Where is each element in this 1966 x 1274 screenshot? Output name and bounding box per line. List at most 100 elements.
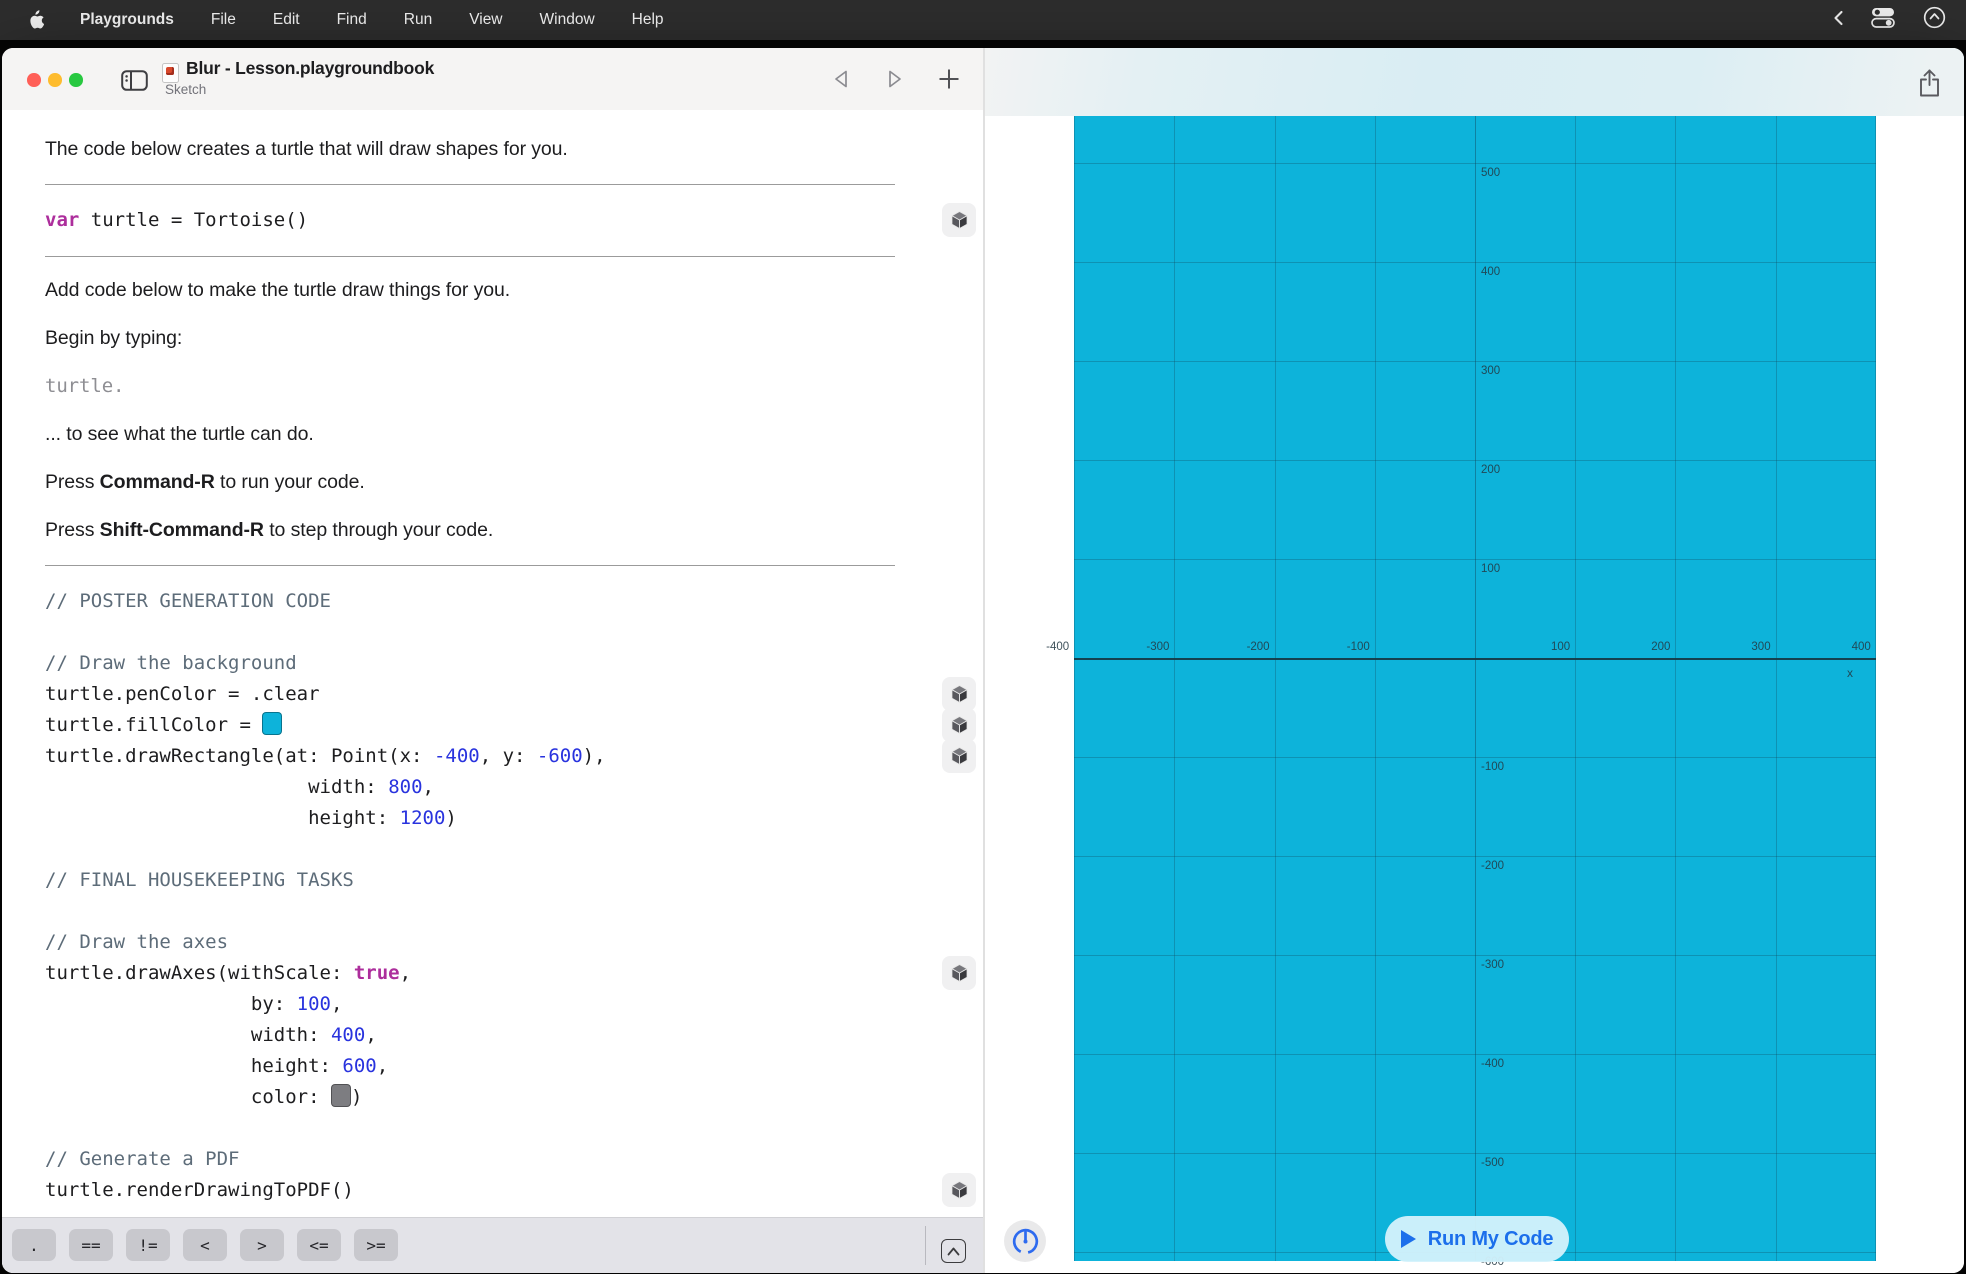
code-line[interactable]: // FINAL HOUSEKEEPING TASKS: [2, 865, 983, 896]
gridline: [1074, 955, 1876, 956]
run-my-code-button[interactable]: Run My Code: [1385, 1216, 1569, 1262]
code-line[interactable]: turtle.penColor = .clear: [2, 679, 983, 710]
gridline: [1074, 262, 1876, 263]
step-cube-button[interactable]: [942, 1173, 976, 1207]
shortcuts-chevron-button[interactable]: [941, 1239, 966, 1263]
menu-item-view[interactable]: View: [469, 11, 502, 29]
gridline: [1174, 116, 1175, 1261]
separator: [45, 184, 895, 185]
step-cube-button[interactable]: [942, 677, 976, 711]
y-axis-tick-label: 300: [1481, 365, 1500, 377]
editor-pane: The code below creates a turtle that wil…: [2, 110, 983, 1273]
accessory-key-less[interactable]: <: [183, 1229, 227, 1261]
x-axis-tick-label: -400: [1025, 641, 1069, 653]
accessory-key-dot[interactable]: .: [12, 1229, 56, 1261]
zoom-window-button[interactable]: [69, 73, 83, 87]
sidebar-toggle-icon[interactable]: [119, 67, 149, 93]
run-speed-gauge-button[interactable]: [1004, 1220, 1046, 1262]
code-line[interactable]: width: 400,: [2, 1020, 983, 1051]
step-cube-button[interactable]: [942, 203, 976, 237]
accessory-key-equals[interactable]: ==: [69, 1229, 113, 1261]
run-my-code-label: Run My Code: [1428, 1228, 1554, 1251]
step-cube-button[interactable]: [942, 739, 976, 773]
menu-item-find[interactable]: Find: [337, 11, 367, 29]
y-axis-tick-label: -100: [1481, 761, 1504, 773]
chevron-left-icon[interactable]: [1833, 10, 1844, 31]
accessory-key-greater[interactable]: >: [240, 1229, 284, 1261]
code-line[interactable]: width: 800,: [2, 772, 983, 803]
menu-item-run[interactable]: Run: [404, 11, 432, 29]
clock-icon[interactable]: [1923, 6, 1946, 34]
step-cube-button[interactable]: [942, 708, 976, 742]
code-line[interactable]: // POSTER GENERATION CODE: [2, 586, 983, 617]
back-button[interactable]: [828, 66, 854, 92]
control-center-icon[interactable]: [1871, 7, 1896, 33]
menubar-menus: Playgrounds File Edit Find Run View Window Hel…: [80, 11, 664, 29]
gridline: [1074, 361, 1876, 362]
menu-item-window[interactable]: Window: [540, 11, 595, 29]
y-axis-tick-label: 100: [1481, 563, 1500, 575]
page-navigation: [828, 48, 962, 110]
y-axis-tick-label: 200: [1481, 464, 1500, 476]
turtle-canvas[interactable]: -400-300-200-100100200300400500400300200…: [1074, 116, 1876, 1261]
blank-line: [2, 834, 983, 865]
close-window-button[interactable]: [27, 73, 41, 87]
lesson-content: The code below creates a turtle that wil…: [2, 110, 983, 1218]
window-title: Blur - Lesson.playgroundbook: [186, 58, 434, 79]
step-cube-button[interactable]: [942, 956, 976, 990]
menu-item-file[interactable]: File: [211, 11, 236, 29]
code-line[interactable]: turtle.drawAxes(withScale: true,: [2, 958, 983, 989]
code-line[interactable]: // Generate a PDF: [2, 1144, 983, 1175]
keyboard-accessory-bar: . == != < > <= >=: [2, 1217, 983, 1273]
code-line[interactable]: // Draw the background: [2, 648, 983, 679]
code-line[interactable]: height: 600,: [2, 1051, 983, 1082]
y-axis-tick-label: 500: [1481, 167, 1500, 179]
gridline: [1675, 116, 1676, 1261]
code-line[interactable]: // Draw the axes: [2, 927, 983, 958]
code-line[interactable]: turtle.renderDrawingToPDF(): [2, 1175, 983, 1206]
pane-divider[interactable]: [983, 48, 985, 1273]
lesson-paragraph: Begin by typing:: [45, 325, 875, 352]
y-axis-tick-label: 400: [1481, 266, 1500, 278]
share-icon[interactable]: [1914, 67, 1944, 99]
code-line[interactable]: height: 1200): [2, 803, 983, 834]
forward-button[interactable]: [882, 66, 908, 92]
canvas-background: [1074, 116, 1876, 1261]
accessory-key-less-equal[interactable]: <=: [297, 1229, 341, 1261]
apple-menu-icon[interactable]: [27, 10, 44, 30]
x-axis-tick-label: 400: [1827, 641, 1871, 653]
title-bar[interactable]: Blur - Lesson.playgroundbook Sketch: [2, 48, 983, 111]
accessory-key-not-equals[interactable]: !=: [126, 1229, 170, 1261]
color-literal-swatch[interactable]: [331, 1084, 351, 1107]
x-axis-tick-label: 300: [1727, 641, 1771, 653]
code-line[interactable]: by: 100,: [2, 989, 983, 1020]
menu-item-app[interactable]: Playgrounds: [80, 11, 174, 29]
x-axis-tick-label: -200: [1226, 641, 1270, 653]
gridline: [1074, 1153, 1876, 1154]
add-page-button[interactable]: [936, 66, 962, 92]
x-axis-tick-label: -100: [1326, 641, 1370, 653]
desktop: Playgrounds File Edit Find Run View Window Hel…: [0, 0, 1966, 1274]
gridline: [1776, 116, 1777, 1261]
code-line[interactable]: color: ): [2, 1082, 983, 1113]
minimize-window-button[interactable]: [48, 73, 62, 87]
color-literal-swatch[interactable]: [262, 712, 282, 735]
play-icon: [1401, 1230, 1416, 1248]
menu-item-edit[interactable]: Edit: [273, 11, 300, 29]
code-line[interactable]: turtle.drawRectangle(at: Point(x: -400, …: [2, 741, 983, 772]
x-axis-letter: x: [1847, 666, 1853, 680]
menubar-status-icons: [1833, 6, 1966, 34]
gridline: [1074, 856, 1876, 857]
live-view-pane: -400-300-200-100100200300400500400300200…: [985, 48, 1964, 1273]
playgrounds-window: Blur - Lesson.playgroundbook Sketch: [2, 48, 1964, 1273]
accessory-key-greater-equal[interactable]: >=: [354, 1229, 398, 1261]
gridline: [1275, 116, 1276, 1261]
x-axis-tick-label: 200: [1626, 641, 1670, 653]
lesson-paragraph: Press Command-R to run your code.: [45, 469, 875, 496]
gridline: [1074, 559, 1876, 560]
x-axis-tick-label: 100: [1526, 641, 1570, 653]
menu-item-help[interactable]: Help: [632, 11, 664, 29]
code-line[interactable]: turtle.fillColor =: [2, 710, 983, 741]
code-line[interactable]: var turtle = Tortoise(): [2, 205, 983, 236]
y-axis-tick-label: -400: [1481, 1058, 1504, 1070]
